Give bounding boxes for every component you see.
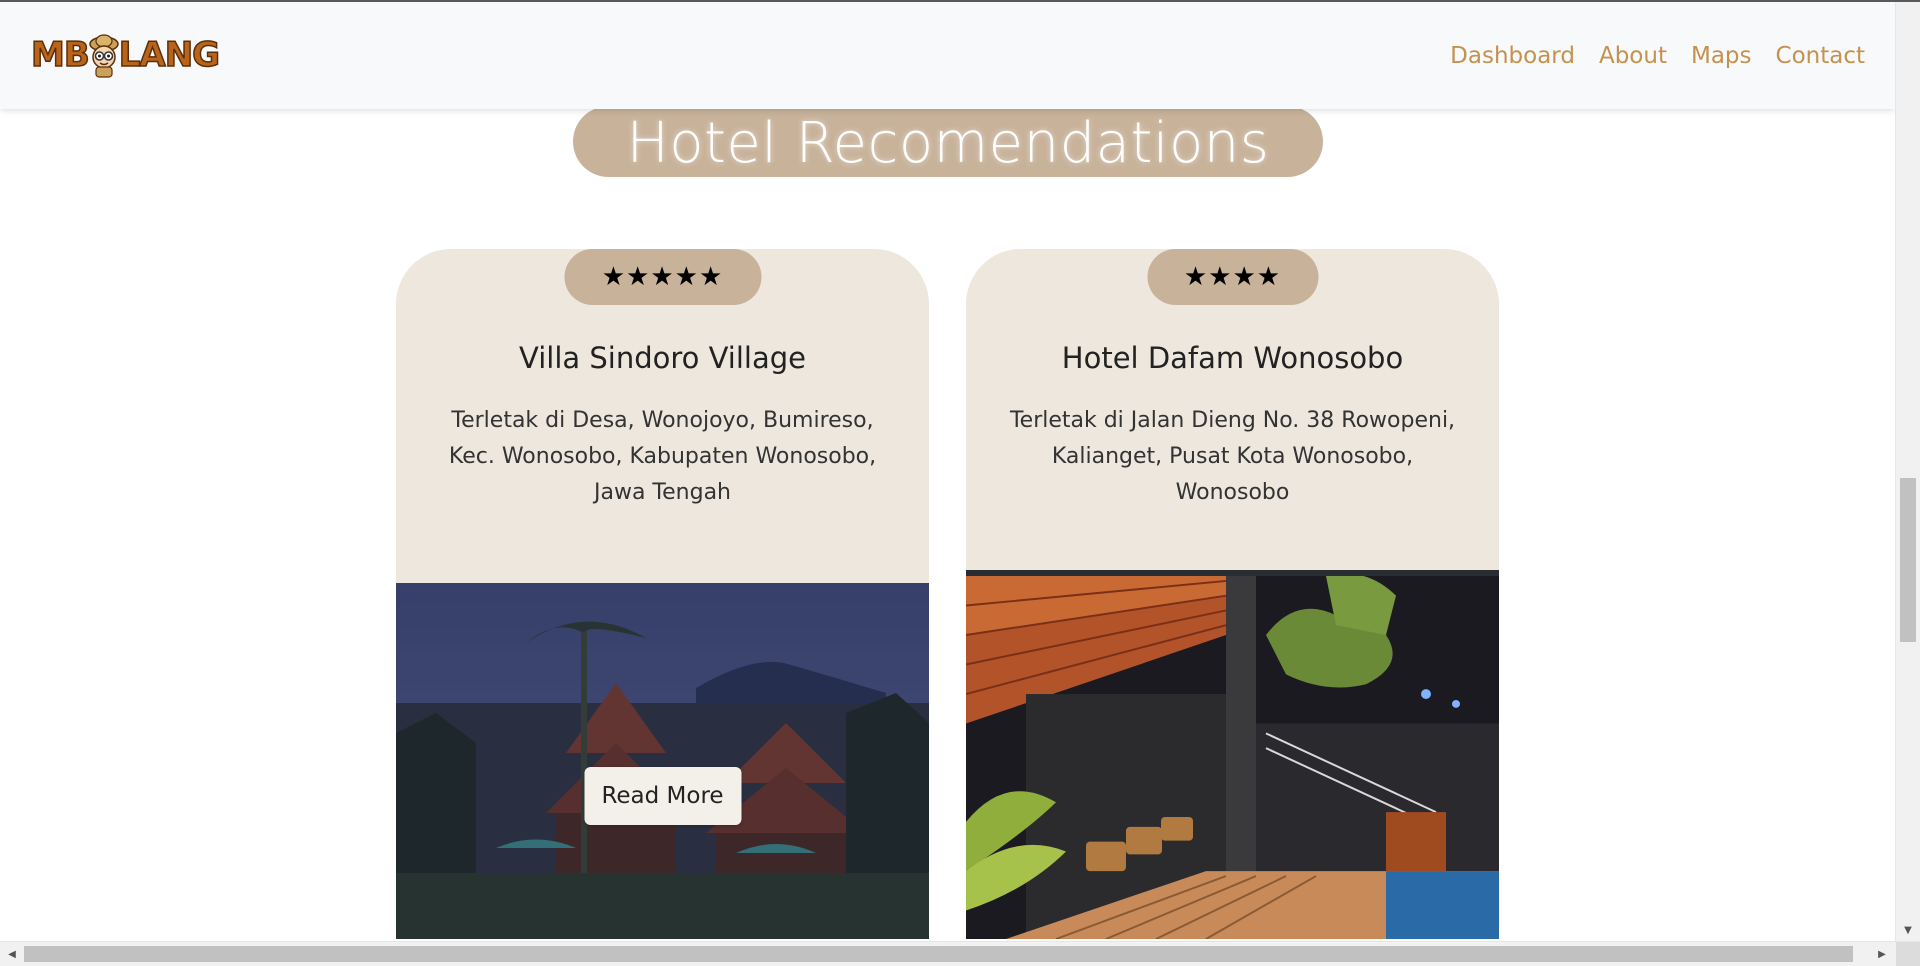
vertical-scrollbar[interactable]: ▼ bbox=[1895, 0, 1920, 942]
horizontal-scrollbar[interactable]: ◀ ▶ bbox=[0, 941, 1920, 966]
window-top-border bbox=[0, 0, 1920, 2]
nav-link-maps[interactable]: Maps bbox=[1691, 43, 1752, 69]
hotel-name: Villa Sindoro Village bbox=[519, 341, 806, 375]
read-more-button[interactable]: Read More bbox=[584, 767, 741, 825]
star-rating-badge: ★★★★ bbox=[1147, 249, 1318, 305]
vertical-scrollbar-thumb[interactable] bbox=[1900, 478, 1916, 642]
scroll-right-arrow-icon[interactable]: ▶ bbox=[1872, 942, 1892, 966]
hotel-photo bbox=[396, 583, 929, 939]
logo[interactable]: MB LANG bbox=[30, 30, 221, 80]
nav-link-about[interactable]: About bbox=[1599, 43, 1667, 69]
scrollbar-corner bbox=[1896, 942, 1920, 966]
hotel-name: Hotel Dafam Wonosobo bbox=[1061, 341, 1404, 375]
scroll-left-arrow-icon[interactable]: ◀ bbox=[2, 942, 22, 966]
hotel-photo bbox=[966, 570, 1499, 939]
hotel-card: ★★★★★ Villa Sindoro Village Terletak di … bbox=[396, 249, 929, 939]
navbar: MB LANG Dashboard About Maps Contact bbox=[0, 2, 1895, 109]
star-rating-badge: ★★★★★ bbox=[564, 249, 761, 305]
mascot-logo-icon bbox=[87, 32, 121, 78]
logo-text-left: MB bbox=[30, 34, 90, 76]
section-heading-pill: Hotel Recomendations bbox=[573, 106, 1323, 177]
scroll-down-arrow-icon[interactable]: ▼ bbox=[1896, 922, 1920, 938]
page: MB LANG Dashboard About Maps Contact Hot… bbox=[0, 0, 1920, 966]
horizontal-scrollbar-thumb[interactable] bbox=[24, 946, 1853, 962]
section-title: Hotel Recomendations bbox=[626, 110, 1270, 176]
logo-text-right: LANG bbox=[118, 34, 221, 76]
nav-link-dashboard[interactable]: Dashboard bbox=[1450, 43, 1575, 69]
hotel-description: Terletak di Desa, Wonojoyo, Bumireso, Ke… bbox=[448, 408, 877, 505]
hotel-description: Terletak di Jalan Dieng No. 38 Rowopeni,… bbox=[1009, 408, 1456, 505]
nav-links: Dashboard About Maps Contact bbox=[1450, 2, 1865, 109]
hotel-card: ★★★★ Hotel Dafam Wonosobo Terletak di Ja… bbox=[966, 249, 1499, 939]
nav-link-contact[interactable]: Contact bbox=[1776, 43, 1865, 69]
